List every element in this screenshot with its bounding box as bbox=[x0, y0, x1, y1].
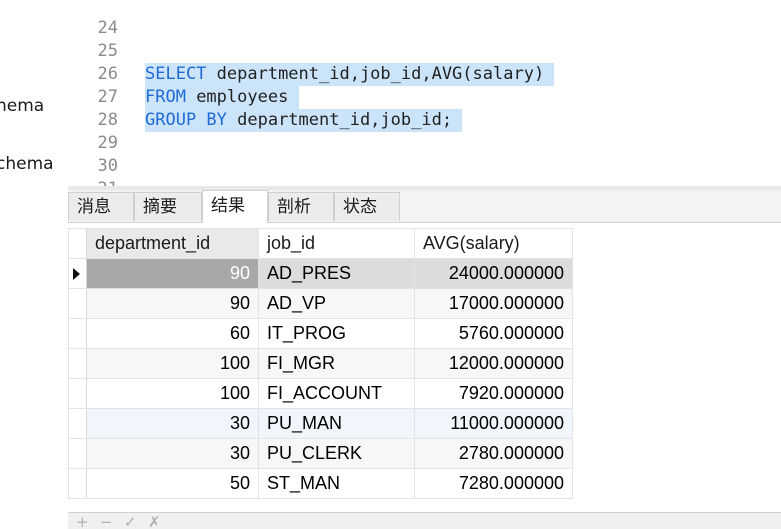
tab-result-1[interactable]: 结果 1 bbox=[202, 190, 268, 246]
cell-department-id[interactable]: 90 bbox=[86, 288, 259, 319]
table-row[interactable]: 90 AD_VP 17000.000000 bbox=[68, 288, 573, 319]
column-header-job-id[interactable]: job_id bbox=[258, 228, 415, 259]
table-row[interactable]: 100 FI_ACCOUNT 7920.000000 bbox=[68, 378, 573, 409]
current-row-arrow-icon bbox=[73, 267, 80, 280]
row-header[interactable] bbox=[68, 258, 87, 289]
grid-toolbar: + − ✓ ✗ bbox=[68, 512, 781, 529]
cross-icon[interactable]: ✗ bbox=[148, 515, 161, 529]
column-header-department-id[interactable]: department_id bbox=[86, 228, 259, 259]
cell-job-id[interactable]: IT_PROG bbox=[258, 318, 415, 349]
table-row[interactable]: 50 ST_MAN 7280.000000 bbox=[68, 468, 573, 499]
row-header[interactable] bbox=[68, 318, 87, 349]
table-row[interactable]: 90 AD_PRES 24000.000000 bbox=[68, 258, 573, 289]
cell-department-id[interactable]: 60 bbox=[86, 318, 259, 349]
schema-item-2[interactable]: chema bbox=[0, 154, 54, 174]
row-header[interactable] bbox=[68, 348, 87, 379]
cell-job-id[interactable]: AD_PRES bbox=[258, 258, 415, 289]
row-header-corner bbox=[68, 228, 87, 259]
cell-department-id[interactable]: 90 bbox=[86, 258, 259, 289]
result-grid: department_id job_id AVG(salary) 90 AD_P… bbox=[68, 228, 573, 499]
editor-line: 26 FROM employees bbox=[68, 40, 781, 109]
cell-avg-salary[interactable]: 17000.000000 bbox=[414, 288, 573, 319]
row-header[interactable] bbox=[68, 408, 87, 439]
schema-item-1[interactable]: hema bbox=[0, 96, 44, 116]
column-header-avg-salary[interactable]: AVG(salary) bbox=[414, 228, 573, 259]
cell-avg-salary[interactable]: 24000.000000 bbox=[414, 258, 573, 289]
editor-line: 25 SELECT department_id,job_id,AVG(salar… bbox=[68, 17, 781, 86]
cell-avg-salary[interactable]: 12000.000000 bbox=[414, 348, 573, 379]
editor-line: 29 bbox=[68, 109, 781, 153]
editor-line: 24 bbox=[68, 0, 781, 38]
cell-job-id[interactable]: FI_ACCOUNT bbox=[258, 378, 415, 409]
tab-summary[interactable]: 摘要 bbox=[134, 192, 202, 221]
cell-department-id[interactable]: 30 bbox=[86, 408, 259, 439]
cell-job-id[interactable]: PU_MAN bbox=[258, 408, 415, 439]
result-grid-area: department_id job_id AVG(salary) 90 AD_P… bbox=[68, 223, 781, 512]
editor-line: 30 bbox=[68, 132, 781, 176]
result-tabbar: 消息 摘要 结果 1 剖析 状态 bbox=[68, 190, 781, 246]
table-row[interactable]: 30 PU_MAN 11000.000000 bbox=[68, 408, 573, 439]
cell-avg-salary[interactable]: 5760.000000 bbox=[414, 318, 573, 349]
table-row[interactable]: 100 FI_MGR 12000.000000 bbox=[68, 348, 573, 379]
cell-job-id[interactable]: PU_CLERK bbox=[258, 438, 415, 469]
cell-job-id[interactable]: ST_MAN bbox=[258, 468, 415, 499]
table-row[interactable]: 60 IT_PROG 5760.000000 bbox=[68, 318, 573, 349]
plus-icon[interactable]: + bbox=[76, 515, 89, 529]
schema-sidebar: hema chema bbox=[0, 0, 68, 528]
cell-job-id[interactable]: FI_MGR bbox=[258, 348, 415, 379]
minus-icon[interactable]: − bbox=[100, 515, 113, 529]
cell-department-id[interactable]: 30 bbox=[86, 438, 259, 469]
grid-header-row: department_id job_id AVG(salary) bbox=[68, 228, 573, 259]
cell-avg-salary[interactable]: 11000.000000 bbox=[414, 408, 573, 439]
cell-avg-salary[interactable]: 7920.000000 bbox=[414, 378, 573, 409]
cell-job-id[interactable]: AD_VP bbox=[258, 288, 415, 319]
line-number: 31 bbox=[68, 178, 118, 186]
table-row[interactable]: 30 PU_CLERK 2780.000000 bbox=[68, 438, 573, 469]
cell-avg-salary[interactable]: 2780.000000 bbox=[414, 438, 573, 469]
cell-avg-salary[interactable]: 7280.000000 bbox=[414, 468, 573, 499]
tab-profile[interactable]: 剖析 bbox=[268, 192, 334, 221]
cell-department-id[interactable]: 100 bbox=[86, 348, 259, 379]
editor-line: 31 bbox=[68, 155, 781, 186]
check-icon[interactable]: ✓ bbox=[124, 515, 137, 529]
cell-department-id[interactable]: 100 bbox=[86, 378, 259, 409]
row-header[interactable] bbox=[68, 378, 87, 409]
row-header[interactable] bbox=[68, 438, 87, 469]
tab-status[interactable]: 状态 bbox=[334, 192, 400, 221]
sql-editor[interactable]: 24 25 SELECT department_id,job_id,AVG(sa… bbox=[68, 0, 781, 186]
row-header[interactable] bbox=[68, 468, 87, 499]
tab-messages[interactable]: 消息 bbox=[68, 192, 134, 221]
editor-line: 27 GROUP BY department_id,job_id; bbox=[68, 63, 781, 132]
cell-department-id[interactable]: 50 bbox=[86, 468, 259, 499]
row-header[interactable] bbox=[68, 288, 87, 319]
editor-line: 28 bbox=[68, 86, 781, 130]
